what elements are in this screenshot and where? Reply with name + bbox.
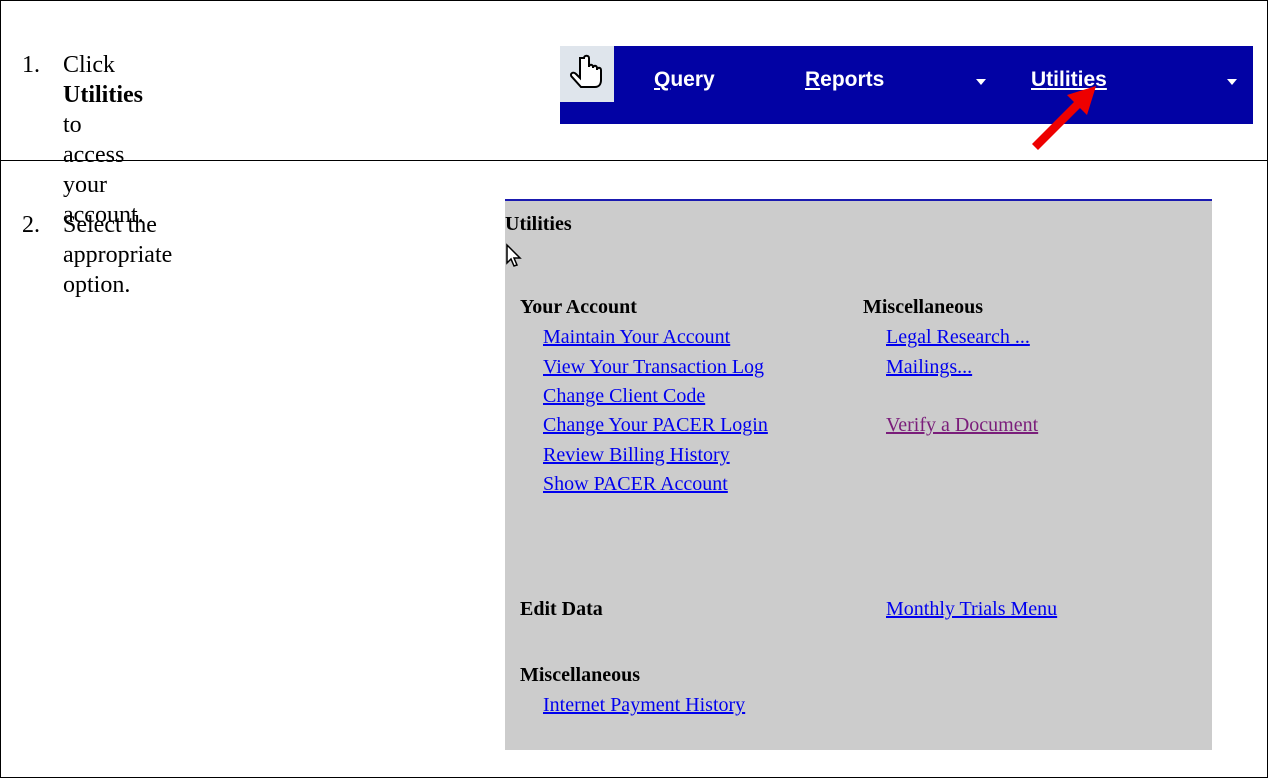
step-number: 1. xyxy=(22,52,40,78)
hand-cursor-icon xyxy=(560,46,614,102)
link-internet-payment-history[interactable]: Internet Payment History xyxy=(543,694,745,717)
step-text-line2: option. xyxy=(63,272,131,298)
utilities-panel: Utilities Your Account Maintain Your Acc… xyxy=(505,199,1212,750)
link-show-pacer-account[interactable]: Show PACER Account xyxy=(543,473,728,496)
link-maintain-account[interactable]: Maintain Your Account xyxy=(543,326,730,349)
utilities-dropdown-icon[interactable] xyxy=(1227,79,1237,85)
edit-data-heading: Edit Data xyxy=(520,598,603,620)
your-account-heading: Your Account xyxy=(520,296,637,318)
row-divider xyxy=(0,160,1268,161)
menu-query[interactable]: Query xyxy=(654,68,715,92)
link-review-billing-history[interactable]: Review Billing History xyxy=(543,444,730,467)
link-change-client-code[interactable]: Change Client Code xyxy=(543,385,705,408)
link-mailings[interactable]: Mailings... xyxy=(886,356,972,379)
menu-bar: Query Reports Utilities xyxy=(560,46,1253,124)
step-text-prefix: Click xyxy=(63,52,115,78)
menu-reports[interactable]: Reports xyxy=(805,68,884,92)
step-text: Select the appropriate option. xyxy=(63,210,172,300)
menu-query-accel: Q xyxy=(654,68,671,91)
link-change-pacer-login[interactable]: Change Your PACER Login xyxy=(543,414,768,437)
red-arrow-icon xyxy=(1032,86,1096,150)
step-text-suffix: to access xyxy=(63,112,125,168)
link-verify-document[interactable]: Verify a Document xyxy=(886,414,1038,437)
step-number: 2. xyxy=(22,212,40,238)
pointer-cursor-icon xyxy=(506,243,522,267)
miscellaneous-bottom-heading: Miscellaneous xyxy=(520,664,640,686)
reports-dropdown-icon[interactable] xyxy=(976,79,986,85)
step-text: Click Utilities to access your account. xyxy=(63,50,144,230)
link-legal-research[interactable]: Legal Research ... xyxy=(886,326,1030,349)
link-monthly-trials-menu[interactable]: Monthly Trials Menu xyxy=(886,598,1057,621)
menu-query-rest: uery xyxy=(670,68,715,91)
link-transaction-log[interactable]: View Your Transaction Log xyxy=(543,356,764,379)
panel-title: Utilities xyxy=(505,213,572,235)
miscellaneous-heading: Miscellaneous xyxy=(863,296,983,318)
step-text-line1: Select the appropriate xyxy=(63,212,173,268)
menu-reports-accel: R xyxy=(805,68,821,91)
step-text-bold: Utilities xyxy=(63,82,143,108)
menu-reports-rest: eports xyxy=(820,68,885,91)
